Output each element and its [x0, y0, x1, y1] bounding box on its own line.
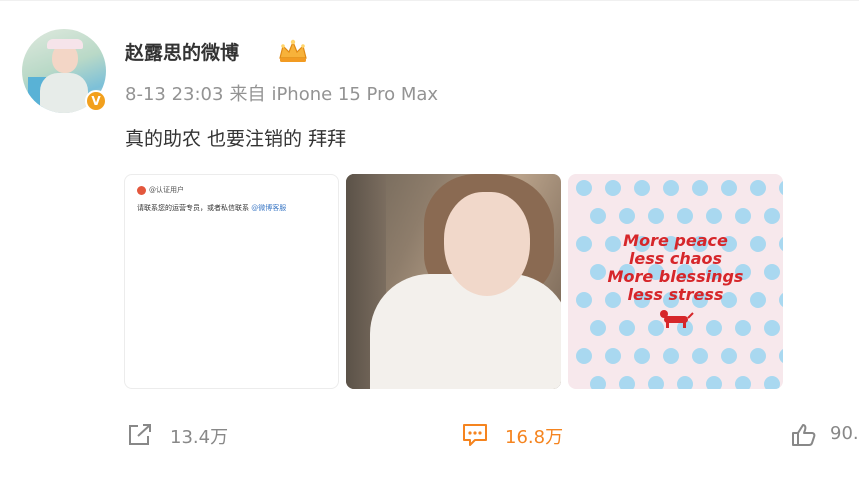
- thumbs-up-icon: [792, 424, 816, 446]
- post-text: 真的助农 也要注销的 拜拜: [125, 128, 347, 150]
- polka-dot: [663, 180, 679, 196]
- like-count: 90.: [830, 423, 859, 444]
- post-image-3[interactable]: More peace less chaos More blessings les…: [568, 174, 783, 389]
- comment-icon: [463, 424, 487, 446]
- verified-badge-icon: V: [85, 90, 107, 112]
- polka-dot: [735, 320, 751, 336]
- polka-dot: [692, 180, 708, 196]
- post-meta: 8-13 23:03 来自 iPhone 15 Pro Max: [125, 80, 444, 106]
- quote-text: More peace less chaos More blessings les…: [607, 231, 744, 304]
- polka-dot: [648, 208, 664, 224]
- polka-dot: [619, 320, 635, 336]
- polka-dot: [764, 208, 780, 224]
- username[interactable]: 赵露思的微博: [125, 38, 239, 65]
- polka-dot: [706, 208, 722, 224]
- polka-dot: [590, 376, 606, 389]
- comment-count: 16.8万: [505, 427, 564, 448]
- post-timestamp[interactable]: 8-13 23:03: [125, 84, 223, 105]
- polka-dot: [677, 376, 693, 389]
- polka-dot: [634, 348, 650, 364]
- avatar-shirt: [40, 73, 88, 113]
- source-prefix: 来自: [229, 84, 266, 105]
- post-image-1[interactable]: @认证用户 请联系您的运营专员，或者私信联系 @微博客服: [124, 174, 339, 389]
- polka-dot: [779, 181, 783, 195]
- polka-dot: [576, 348, 592, 364]
- polka-dot: [576, 180, 592, 196]
- photo-shirt: [370, 274, 561, 389]
- post-image-2[interactable]: [346, 174, 561, 389]
- polka-dot: [706, 320, 722, 336]
- polka-dot: [764, 376, 780, 389]
- polka-dot: [692, 348, 708, 364]
- avatar-visor: [47, 39, 83, 49]
- polka-dot: [735, 208, 751, 224]
- share-icon: [129, 424, 151, 445]
- screenshot-header: @认证用户: [137, 185, 184, 195]
- polka-dot: [721, 180, 737, 196]
- top-divider: [0, 0, 859, 1]
- source-device[interactable]: iPhone 15 Pro Max: [271, 84, 438, 105]
- polka-dot: [605, 180, 621, 196]
- polka-dot: [648, 376, 664, 389]
- polka-dot: [735, 376, 751, 389]
- share-count: 13.4万: [170, 427, 229, 448]
- polka-dot: [677, 208, 693, 224]
- polka-dot: [634, 180, 650, 196]
- polka-dot: [590, 208, 606, 224]
- polka-dot: [764, 320, 780, 336]
- polka-dot: [619, 208, 635, 224]
- polka-dot: [590, 320, 606, 336]
- photo-face: [444, 192, 530, 296]
- polka-dot: [750, 348, 766, 364]
- polka-dot: [779, 349, 783, 363]
- screenshot-body: 请联系您的运营专员，或者私信联系 @微博客服: [137, 204, 287, 212]
- polka-dot: [663, 348, 679, 364]
- weibo-logo-icon: [137, 185, 146, 195]
- polka-dot: [619, 376, 635, 389]
- polka-dot: [721, 348, 737, 364]
- polka-dot: [605, 348, 621, 364]
- crown-icon: [279, 39, 307, 62]
- dachshund-icon: [660, 310, 694, 328]
- polka-dot: [750, 180, 766, 196]
- polka-dot: [706, 376, 722, 389]
